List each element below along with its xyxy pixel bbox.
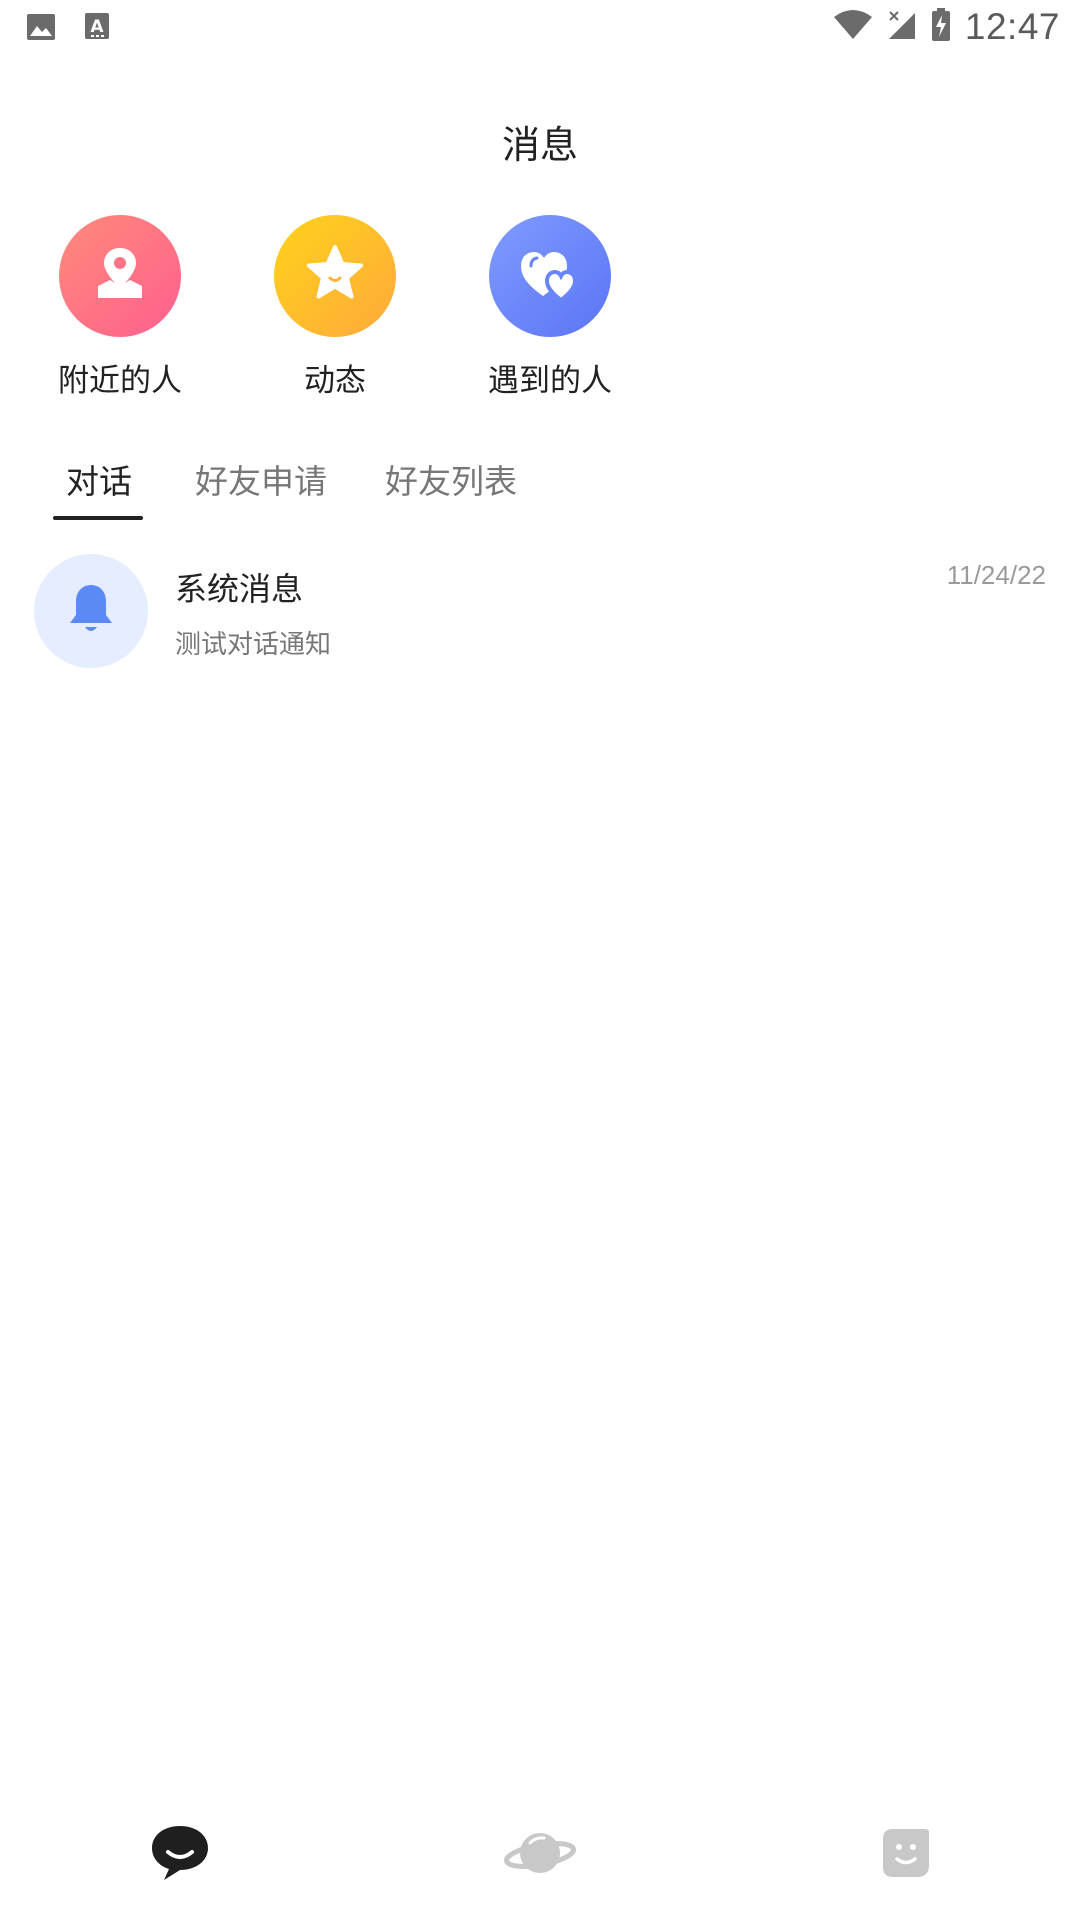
list-item[interactable]: 系统消息 测试对话通知 11/24/22: [0, 552, 1080, 672]
smiley-face-icon: [877, 1825, 933, 1885]
status-bar-system: 12:47: [833, 6, 1060, 48]
conversation-preview: 测试对话通知: [175, 630, 332, 660]
messages-screen: A 12:47 消息 附近的人 动态 遇到的人 对话 好友申请 好友列表 系统消…: [0, 0, 1080, 1920]
svg-text:A: A: [90, 17, 104, 37]
quick-entry-label: 附近的人: [58, 363, 182, 399]
battery-charging-icon: [931, 8, 951, 46]
tab-friend-requests[interactable]: 好友申请: [195, 455, 327, 503]
bell-icon: [65, 581, 117, 641]
location-map-icon: [88, 242, 152, 310]
quick-entry-nearby-people[interactable]: 附近的人: [25, 215, 215, 400]
quick-entry-label: 动态: [304, 363, 366, 399]
no-signal-icon: [887, 9, 917, 45]
conversation-list: 系统消息 测试对话通知 11/24/22: [0, 552, 1080, 672]
status-bar: A 12:47: [0, 0, 1080, 56]
avatar: [34, 554, 148, 668]
bottom-navigation: [0, 1800, 1080, 1920]
status-bar-notifications: A: [26, 12, 110, 46]
tab-conversations[interactable]: 对话: [66, 455, 132, 503]
star-icon: [304, 243, 366, 309]
conversation-title: 系统消息: [175, 570, 304, 608]
status-time: 12:47: [964, 6, 1060, 47]
wifi-icon: [833, 9, 873, 45]
met-people-circle: [489, 215, 611, 337]
quick-entry-moments[interactable]: 动态: [240, 215, 430, 400]
active-tab-indicator: [53, 516, 143, 520]
message-tabs: 对话 好友申请 好友列表: [0, 455, 1080, 523]
planet-icon: [502, 1823, 578, 1887]
keyboard-a-icon: A: [84, 12, 110, 46]
nav-discover[interactable]: [495, 1820, 585, 1890]
quick-entry-met-people[interactable]: 遇到的人: [455, 215, 645, 400]
quick-entry-label: 遇到的人: [488, 363, 612, 399]
moments-circle: [274, 215, 396, 337]
chat-bubble-icon: [148, 1822, 212, 1888]
conversation-time: 11/24/22: [946, 560, 1046, 590]
image-icon: [26, 12, 56, 46]
nav-profile[interactable]: [860, 1820, 950, 1890]
nav-messages[interactable]: [135, 1820, 225, 1890]
nearby-circle: [59, 215, 181, 337]
hearts-icon: [517, 244, 583, 308]
tab-friend-list[interactable]: 好友列表: [385, 455, 517, 503]
page-title: 消息: [501, 123, 578, 167]
quick-entries: 附近的人 动态 遇到的人: [0, 215, 1080, 405]
